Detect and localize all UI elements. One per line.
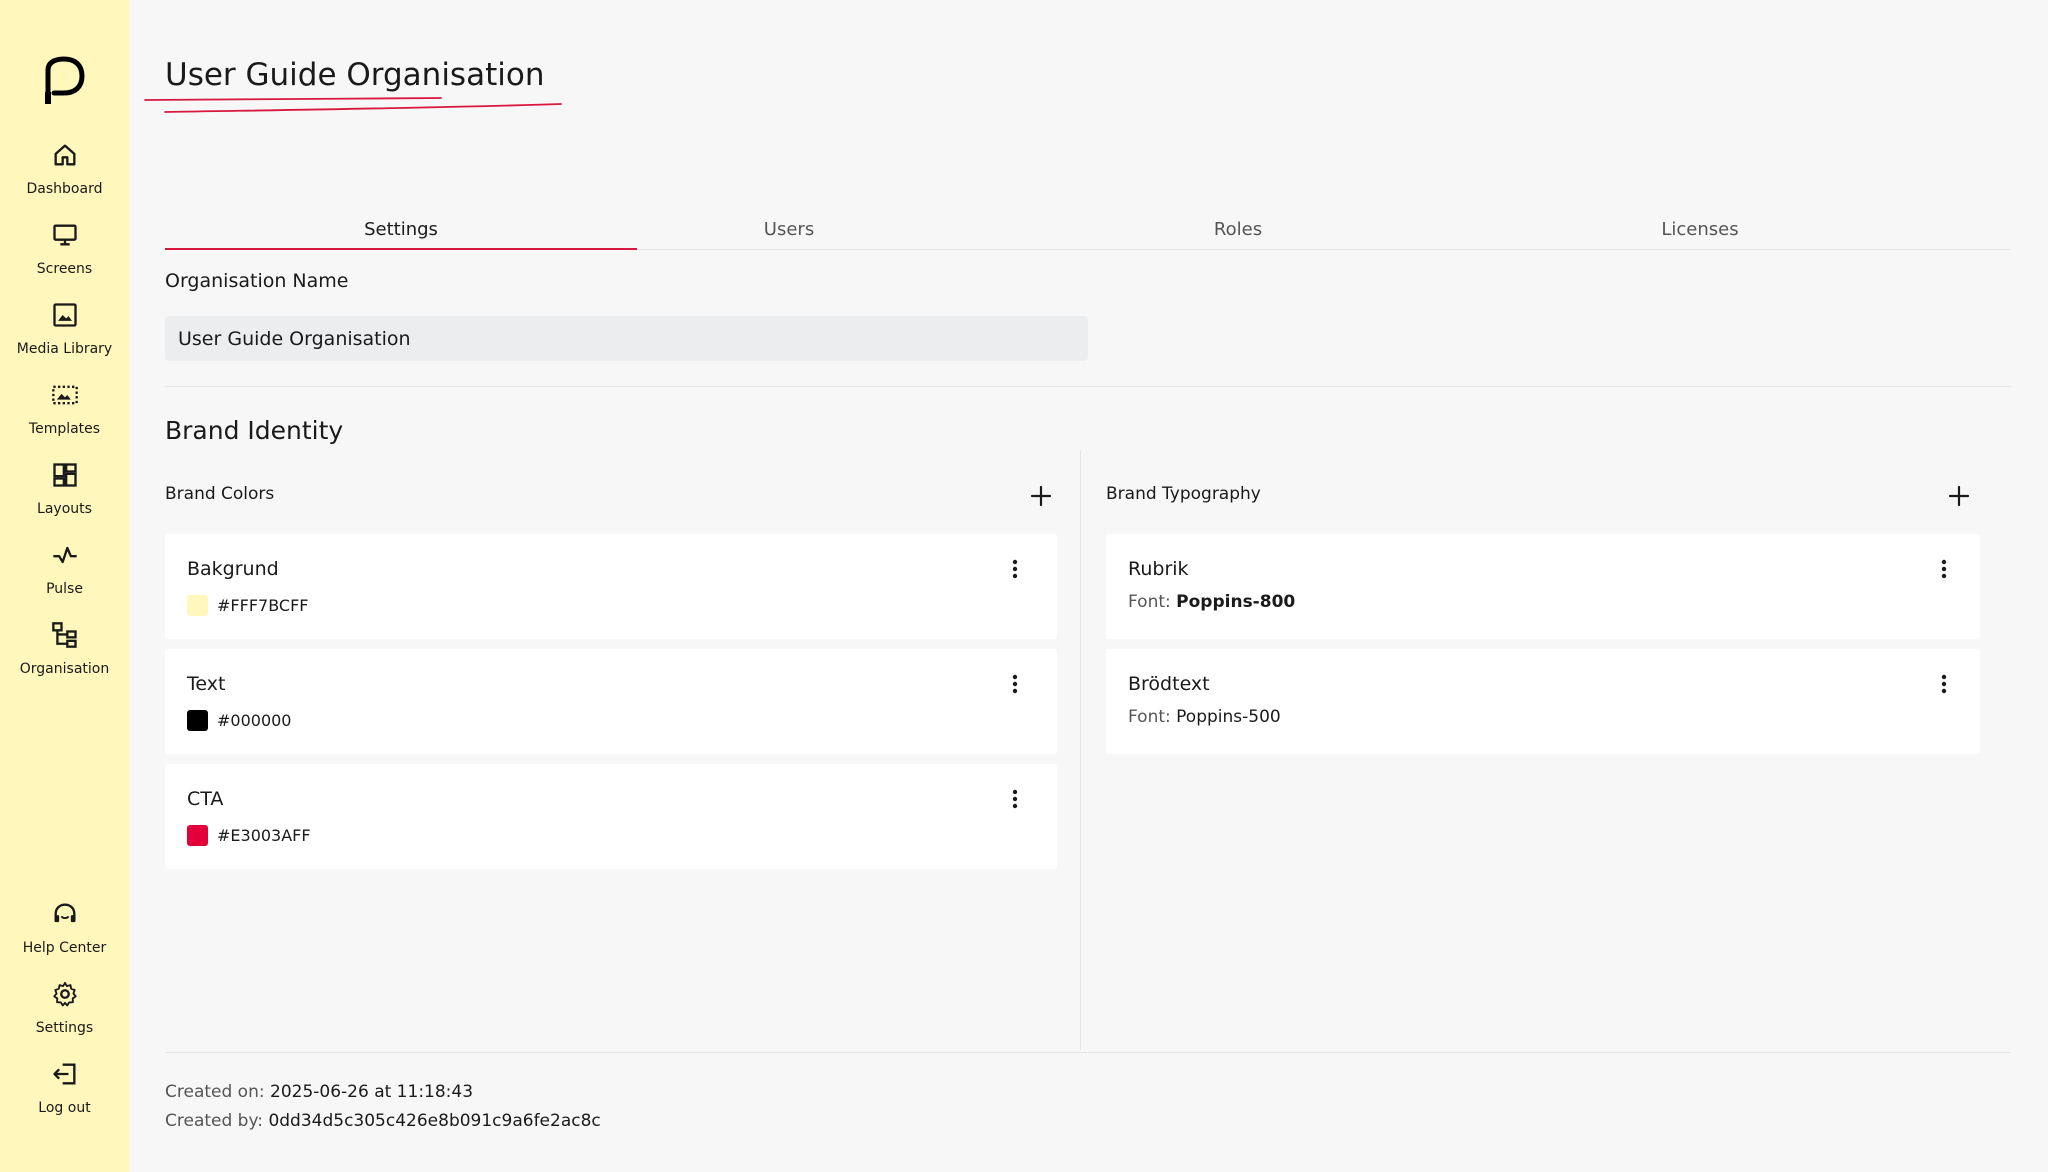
pulse-icon: [52, 546, 77, 564]
color-name: CTA: [187, 788, 224, 810]
footer-divider: [165, 1052, 2011, 1053]
add-brand-color-button[interactable]: [1026, 481, 1056, 511]
more-vertical-icon[interactable]: [1932, 554, 1956, 584]
layout-icon: [52, 463, 77, 487]
tab-users[interactable]: Users: [553, 210, 1025, 250]
page-title: User Guide Organisation: [165, 57, 545, 93]
brand-colors-title: Brand Colors: [165, 484, 275, 504]
sidebar-item-label: Screens: [36, 261, 93, 277]
typography-name: Rubrik: [1128, 558, 1189, 580]
font-label: Font:: [1128, 707, 1171, 727]
logout-icon: [52, 1063, 75, 1085]
created-on: Created on: 2025-06-26 at 11:18:43: [165, 1082, 473, 1102]
sidebar-item-dashboard[interactable]: Dashboard: [0, 141, 129, 213]
tab-roles[interactable]: Roles: [1002, 210, 1474, 250]
typography-font: Font: Poppins-800: [1128, 592, 1295, 612]
sidebar-item-media-library[interactable]: Media Library: [0, 301, 129, 373]
font-value: Poppins-500: [1176, 707, 1281, 727]
brand-identity-title: Brand Identity: [165, 416, 344, 445]
add-brand-typography-button[interactable]: [1944, 481, 1974, 511]
more-vertical-icon[interactable]: [1003, 669, 1027, 699]
font-value: Poppins-800: [1176, 592, 1296, 612]
more-vertical-icon[interactable]: [1003, 784, 1027, 814]
brand-color-card[interactable]: Text #000000: [165, 649, 1057, 754]
sidebar-item-label: Layouts: [37, 501, 92, 517]
app-logo-icon[interactable]: [40, 56, 88, 106]
sidebar-item-screens[interactable]: Screens: [0, 221, 129, 293]
column-divider: [1080, 450, 1081, 1050]
created-on-value: 2025-06-26 at 11:18:43: [270, 1082, 474, 1102]
sidebar-item-templates[interactable]: Templates: [0, 381, 129, 453]
sidebar-item-label: Organisation: [19, 661, 110, 677]
sidebar-item-label: Media Library: [16, 341, 113, 357]
created-by-label: Created by:: [165, 1111, 264, 1131]
template-icon: [51, 385, 78, 405]
sidebar-item-log-out[interactable]: Log out: [0, 1060, 129, 1132]
sidebar-item-settings[interactable]: Settings: [0, 980, 129, 1052]
main-content: User Guide Organisation Settings Users R…: [129, 0, 2048, 1172]
sidebar-item-layouts[interactable]: Layouts: [0, 461, 129, 533]
color-swatch: [187, 710, 208, 731]
color-name: Bakgrund: [187, 558, 279, 580]
typography-name: Brödtext: [1128, 673, 1210, 695]
color-swatch: [187, 825, 208, 846]
brand-typography-card[interactable]: Brödtext Font: Poppins-500: [1106, 649, 1980, 754]
monitor-icon: [52, 224, 77, 246]
brand-color-card[interactable]: CTA #E3003AFF: [165, 764, 1057, 869]
sidebar-item-label: Dashboard: [26, 181, 103, 197]
headset-icon: [54, 903, 75, 923]
organisation-name-input[interactable]: [165, 316, 1088, 361]
organisation-icon: [51, 622, 77, 648]
typography-font: Font: Poppins-500: [1128, 707, 1281, 727]
home-icon: [54, 144, 76, 166]
sidebar-item-label: Pulse: [46, 581, 83, 597]
created-on-label: Created on:: [165, 1082, 265, 1102]
tab-bar: Settings Users Roles Licenses: [165, 210, 2011, 250]
created-by: Created by: 0dd34d5c305c426e8b091c9a6fe2…: [165, 1111, 601, 1131]
sidebar-item-pulse[interactable]: Pulse: [0, 541, 129, 613]
created-by-value: 0dd34d5c305c426e8b091c9a6fe2ac8c: [268, 1111, 601, 1131]
sidebar-item-label: Settings: [35, 1020, 94, 1036]
tab-licenses[interactable]: Licenses: [1464, 210, 1936, 250]
more-vertical-icon[interactable]: [1932, 669, 1956, 699]
sidebar: Dashboard Screens Media Library Template…: [0, 0, 129, 1172]
section-divider: [165, 386, 2011, 387]
gear-icon: [52, 981, 77, 1007]
sidebar-item-organisation[interactable]: Organisation: [0, 621, 129, 693]
brand-color-card[interactable]: Bakgrund #FFF7BCFF: [165, 534, 1057, 639]
brand-typography-card[interactable]: Rubrik Font: Poppins-800: [1106, 534, 1980, 639]
font-label: Font:: [1128, 592, 1171, 612]
color-hex: #000000: [217, 711, 292, 730]
sidebar-item-help-center[interactable]: Help Center: [0, 900, 129, 972]
title-underline-decoration: [144, 97, 562, 113]
sidebar-item-label: Log out: [38, 1100, 91, 1116]
brand-typography-title: Brand Typography: [1106, 484, 1261, 504]
color-hex: #FFF7BCFF: [217, 596, 309, 615]
color-hex: #E3003AFF: [217, 826, 311, 845]
sidebar-item-label: Templates: [28, 421, 101, 437]
more-vertical-icon[interactable]: [1003, 554, 1027, 584]
color-name: Text: [187, 673, 226, 695]
image-icon: [52, 303, 77, 327]
color-swatch: [187, 595, 208, 616]
sidebar-item-label: Help Center: [22, 940, 107, 956]
organisation-name-label: Organisation Name: [165, 270, 349, 292]
